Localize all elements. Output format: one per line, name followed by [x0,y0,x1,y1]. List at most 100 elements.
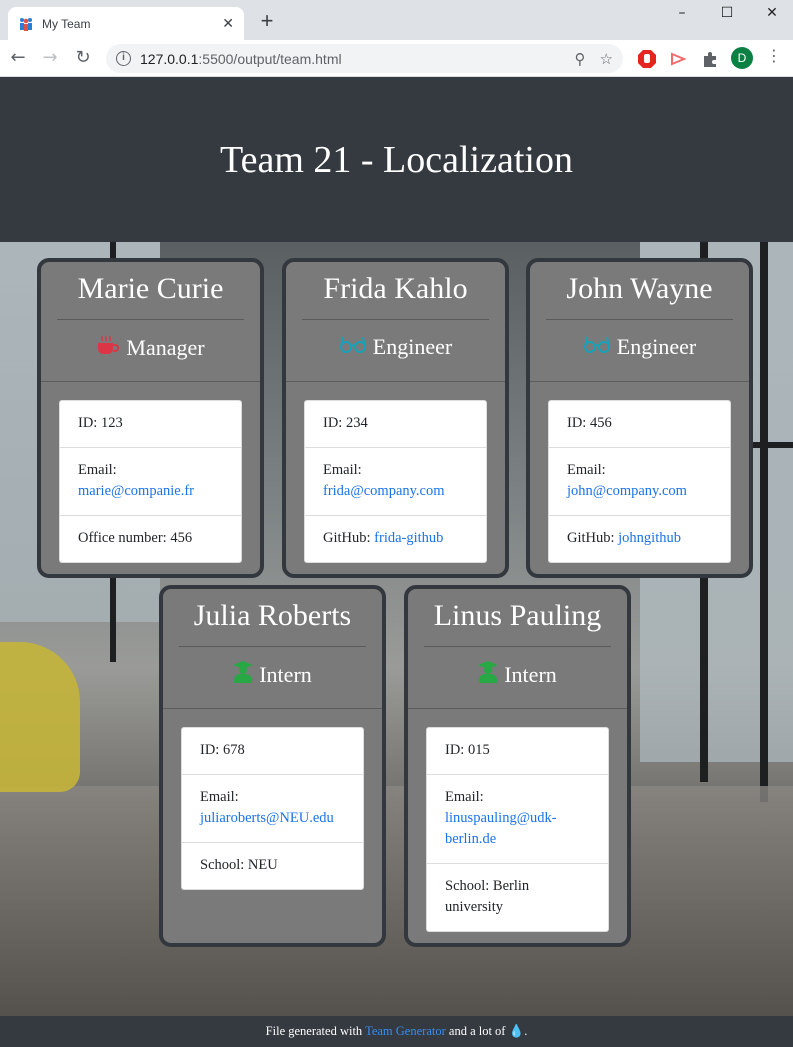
team-favicon-icon [20,17,32,31]
extra-label: School: NEU [200,857,278,873]
employee-email: Email: john@company.com [549,448,730,516]
forward-button[interactable]: → [38,46,62,70]
card-body: ID: 015 Email: linuspauling@udk-berlin.d… [408,709,627,943]
employee-name: Frida Kahlo [302,262,489,320]
employee-id: ID: 234 [305,401,486,448]
role-label: Manager [126,335,205,360]
url-path: :5500/output/team.html [198,50,342,67]
employee-details-list: ID: 123 Email: marie@companie.fr Office … [59,400,242,563]
profile-avatar[interactable]: D [731,47,753,69]
role-label: Intern [259,662,312,687]
new-tab-button[interactable]: + [256,10,278,32]
graduate-icon [478,661,499,689]
employee-email: Email: marie@companie.fr [60,448,241,516]
employee-extra: GitHub: frida-github [305,516,486,562]
role-label: Engineer [372,334,453,359]
extra-label: School: Berlin university [445,878,530,915]
coffee-icon [96,334,120,362]
employee-extra: Office number: 456 [60,516,241,562]
employee-card: Frida Kahlo Engineer ID: 234 Email: frid… [282,258,509,578]
employee-email: Email: juliaroberts@NEU.edu [182,775,363,843]
card-header: Marie Curie Manager [41,262,260,382]
employee-card: Linus Pauling Intern ID: 015 Email: linu… [404,585,631,947]
github-link[interactable]: frida-github [374,530,443,546]
employee-extra: School: Berlin university [427,864,608,931]
employee-name: Julia Roberts [179,589,366,647]
employee-details-list: ID: 234 Email: frida@company.com GitHub:… [304,400,487,563]
employee-extra: GitHub: johngithub [549,516,730,562]
browser-tab-strip: My Team ✕ + – ☐ ✕ [0,0,793,40]
employee-details-list: ID: 456 Email: john@company.com GitHub: … [548,400,731,563]
glasses-icon [583,334,611,360]
card-body: ID: 456 Email: john@company.com GitHub: … [530,382,749,574]
extensions-puzzle-icon[interactable] [700,49,720,69]
minimize-button[interactable]: – [659,0,705,28]
team-generator-link[interactable]: Team Generator [365,1024,446,1038]
employee-name: John Wayne [546,262,733,320]
employee-card: John Wayne Engineer ID: 456 Email: john@… [526,258,753,578]
employee-card: Marie Curie Manager ID: 123 Email: marie… [37,258,264,578]
address-bar[interactable]: i 127.0.0.1 :5500/output/team.html ⚲ ☆ [106,44,623,73]
zoom-icon[interactable]: ⚲ [575,50,586,68]
footer-end: . [524,1024,528,1038]
email-link[interactable]: john@company.com [567,483,687,499]
employee-role: Intern [424,647,611,689]
employee-email: Email: frida@company.com [305,448,486,516]
employee-extra: School: NEU [182,843,363,889]
employee-id: ID: 678 [182,728,363,775]
graduate-icon [233,661,254,689]
card-body: ID: 678 Email: juliaroberts@NEU.edu Scho… [163,709,382,910]
role-label: Intern [504,662,557,687]
tab-close-icon[interactable]: ✕ [222,15,234,32]
site-info-icon[interactable]: i [116,51,131,66]
maximize-button[interactable]: ☐ [704,0,750,28]
footer-prefix: File generated with [265,1024,366,1038]
browser-toolbar: ← → ↻ i 127.0.0.1 :5500/output/team.html… [0,40,793,77]
page-title: Team 21 - Localization [220,138,573,181]
employee-role: Manager [57,320,244,362]
footer-suffix: and a lot of [445,1024,509,1038]
back-button[interactable]: ← [6,46,30,70]
email-label: Email: [567,462,606,478]
employee-email: Email: linuspauling@udk-berlin.de [427,775,608,864]
employee-role: Engineer [546,320,733,360]
github-link[interactable]: johngithub [618,530,681,546]
browser-tab[interactable]: My Team ✕ [8,7,244,40]
close-window-button[interactable]: ✕ [749,0,793,28]
email-link[interactable]: linuspauling@udk-berlin.de [445,810,557,847]
extra-label: GitHub: [323,530,375,546]
employee-role: Intern [179,647,366,689]
employee-details-list: ID: 015 Email: linuspauling@udk-berlin.d… [426,727,609,932]
adblock-extension-icon[interactable] [637,49,657,69]
employee-details-list: ID: 678 Email: juliaroberts@NEU.edu Scho… [181,727,364,890]
email-label: Email: [445,789,484,805]
employee-id: ID: 015 [427,728,608,775]
url-host: 127.0.0.1 [140,50,199,67]
email-link[interactable]: marie@companie.fr [78,483,194,499]
water-drop-icon: 💧 [508,1024,525,1038]
bookmark-star-icon[interactable]: ☆ [600,50,613,68]
employee-role: Engineer [302,320,489,360]
reload-button[interactable]: ↻ [71,46,95,70]
page-header: Team 21 - Localization [0,77,793,242]
email-link[interactable]: frida@company.com [323,483,445,499]
employee-name: Marie Curie [57,262,244,320]
card-header: Linus Pauling Intern [408,589,627,709]
employee-name: Linus Pauling [424,589,611,647]
card-header: John Wayne Engineer [530,262,749,382]
card-body: ID: 234 Email: frida@company.com GitHub:… [286,382,505,574]
role-label: Engineer [616,334,697,359]
browser-menu-icon[interactable]: ⋮ [766,46,782,65]
video-extension-icon[interactable] [668,49,688,69]
page-footer: File generated with Team Generator and a… [0,1016,793,1047]
tab-title: My Team [42,16,91,31]
card-body: ID: 123 Email: marie@companie.fr Office … [41,382,260,574]
email-link[interactable]: juliaroberts@NEU.edu [200,810,334,826]
employee-card: Julia Roberts Intern ID: 678 Email: juli… [159,585,386,947]
employee-id: ID: 456 [549,401,730,448]
extra-label: Office number: 456 [78,530,193,546]
email-label: Email: [200,789,239,805]
card-header: Frida Kahlo Engineer [286,262,505,382]
extra-label: GitHub: [567,530,619,546]
glasses-icon [339,334,367,360]
